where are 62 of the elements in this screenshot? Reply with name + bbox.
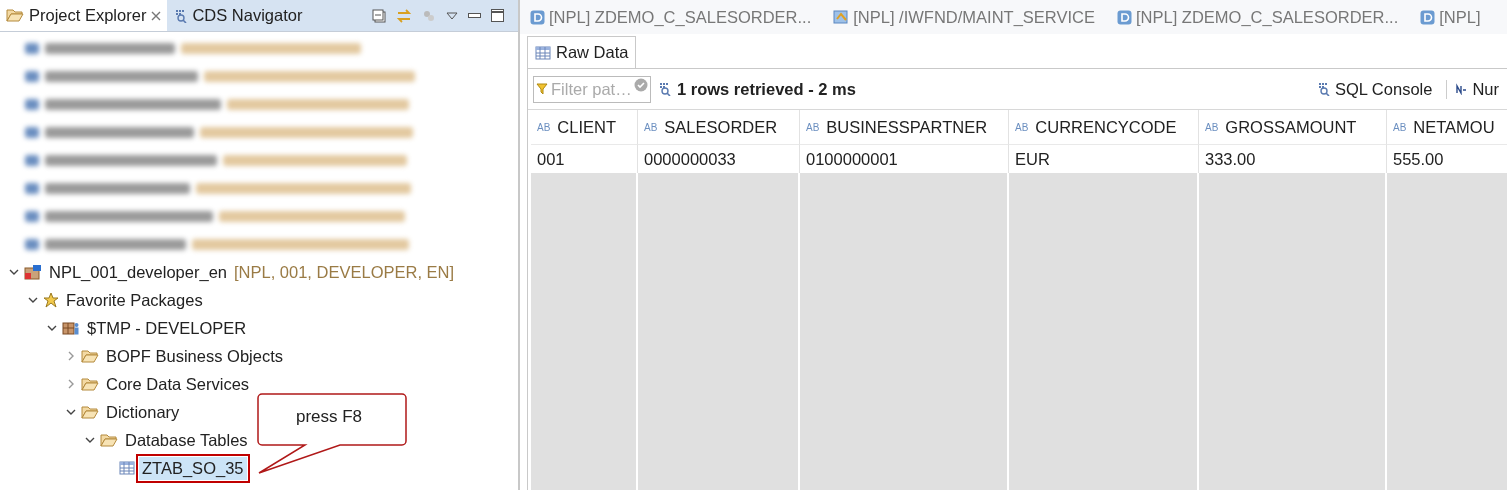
chevron-right-icon[interactable] xyxy=(66,351,76,361)
chevron-right-icon[interactable] xyxy=(66,379,76,389)
toolbar-button[interactable]: SQL Console xyxy=(1307,79,1441,99)
chevron-down-icon[interactable] xyxy=(9,267,19,277)
column-header[interactable]: AB CLIENT xyxy=(531,110,638,145)
tree-item[interactable]: ZTAB_SO_35 xyxy=(139,456,247,480)
view-menu-icon[interactable] xyxy=(446,11,458,20)
toolbar-button[interactable]: Nur xyxy=(1446,79,1507,99)
folder-icon xyxy=(6,8,24,23)
editor-tab[interactable]: [NPL] /IWFND/MAINT_SERVICE xyxy=(823,7,1107,27)
tree-item[interactable]: $TMP - DEVELOPER xyxy=(84,316,250,340)
system-icon xyxy=(24,264,42,280)
maximize-icon[interactable] xyxy=(491,9,504,22)
filter-field[interactable]: Filter pat… xyxy=(533,75,651,103)
view-tab[interactable]: CDS Navigator xyxy=(167,0,309,31)
chevron-down-icon[interactable] xyxy=(66,407,76,417)
callout-text: press F8 xyxy=(294,407,364,427)
editor-tab[interactable]: [NPL] xyxy=(1410,7,1493,27)
column-header[interactable]: AB BUSINESSPARTNER xyxy=(800,110,1009,145)
text-type-label: AB xyxy=(1393,121,1407,133)
chevron-down-icon[interactable] xyxy=(28,295,38,305)
text-type-label: AB xyxy=(537,121,551,133)
table-icon xyxy=(119,461,135,475)
chevron-down-icon[interactable] xyxy=(85,435,95,445)
connection-details: [NPL, 001, DEVELOPER, EN] xyxy=(234,262,455,282)
column-header[interactable]: AB GROSSAMOUNT xyxy=(1199,110,1387,145)
number-icon xyxy=(1455,83,1468,95)
tree-item[interactable]: Core Data Services xyxy=(103,372,253,396)
package-icon xyxy=(62,320,80,336)
column-header[interactable]: AB CURRENCYCODE xyxy=(1009,110,1199,145)
raw-data-tab[interactable]: Raw Data xyxy=(527,36,637,68)
editor-tab[interactable]: [NPL] ZDEMO_C_SALESORDER... xyxy=(520,7,824,27)
text-type-label: AB xyxy=(644,121,658,133)
editor-tab[interactable]: [NPL] ZDEMO_C_SALESORDER... xyxy=(1107,7,1411,27)
folder-icon xyxy=(81,376,99,392)
tree-item[interactable]: Dictionary xyxy=(103,400,183,424)
text-type-label: AB xyxy=(1205,121,1219,133)
text-type-label: AB xyxy=(1015,121,1029,133)
folder-icon xyxy=(100,432,118,448)
column-header[interactable]: AB NETAMOU xyxy=(1387,110,1507,145)
status-text: 1 rows retrieved - 2 ms xyxy=(677,79,856,99)
service-icon xyxy=(833,9,850,25)
document-icon xyxy=(530,9,545,25)
star-icon xyxy=(43,292,59,308)
folder-icon xyxy=(81,348,99,364)
document-icon xyxy=(1420,9,1436,25)
table-icon xyxy=(535,45,551,60)
collapse-all-icon[interactable] xyxy=(372,8,386,23)
minimize-icon[interactable] xyxy=(468,12,481,19)
filter-icon xyxy=(536,83,548,95)
column-header[interactable]: AB SALESORDER xyxy=(638,110,800,145)
close-icon[interactable] xyxy=(151,10,162,21)
tree-item[interactable]: Favorite Packages xyxy=(63,288,206,312)
view-tab[interactable]: Project Explorer xyxy=(0,0,168,31)
query-icon xyxy=(657,82,671,96)
folder-icon xyxy=(81,404,99,420)
tree-item[interactable]: NPL_001_developer_en xyxy=(46,260,230,284)
chevron-down-icon[interactable] xyxy=(47,323,57,333)
text-type-label: AB xyxy=(806,121,820,133)
tree-item[interactable]: Database Tables xyxy=(122,428,251,452)
tree-item[interactable]: BOPF Business Objects xyxy=(103,344,286,368)
document-icon xyxy=(1117,9,1132,25)
